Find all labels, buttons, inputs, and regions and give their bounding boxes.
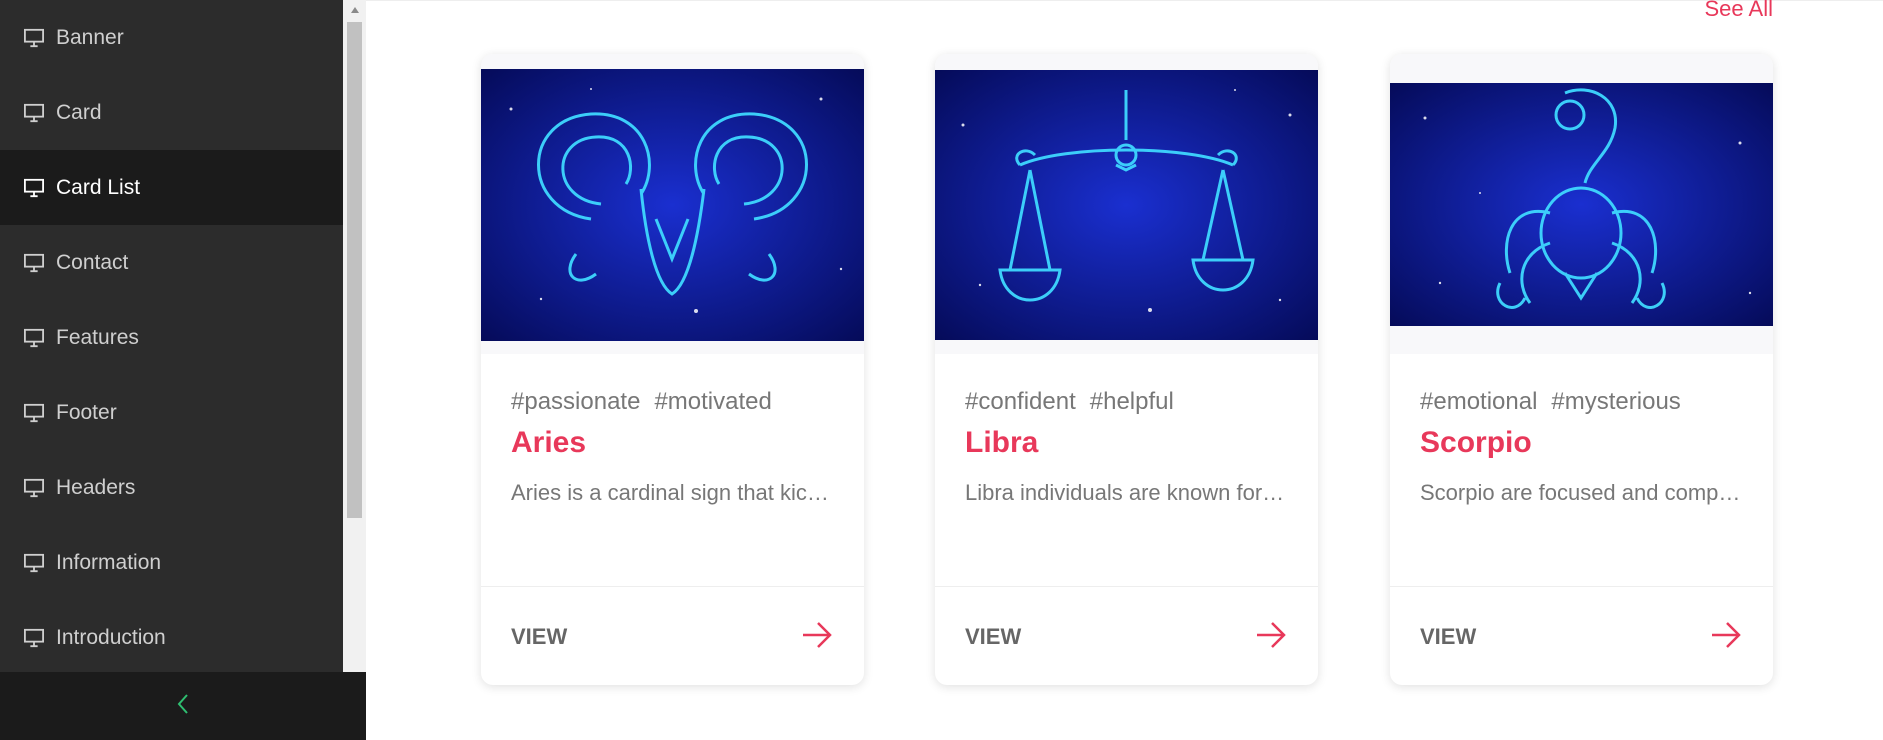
main-content: See All #passionate #motivated Aries Ari… (366, 0, 1883, 740)
monitor-icon (22, 552, 46, 574)
card-media (935, 54, 1318, 354)
divider (366, 0, 1883, 1)
libra-scales-image (935, 70, 1318, 340)
tag[interactable]: #mysterious (1551, 388, 1680, 415)
card-description: Aries is a cardinal sign that kicks off … (511, 480, 836, 505)
view-button[interactable]: VIEW (965, 624, 1021, 650)
scorpio-scorpion-image (1390, 83, 1773, 326)
card-scorpio: #emotional #mysterious Scorpio Scorpio ar… (1390, 54, 1773, 685)
divider (481, 586, 864, 587)
tag[interactable]: #motivated (654, 388, 771, 415)
arrow-right-icon[interactable] (800, 618, 834, 652)
sidebar-item-headers[interactable]: Headers (0, 450, 343, 525)
sidebar-item-label: Features (56, 325, 139, 349)
monitor-icon (22, 627, 46, 649)
view-button[interactable]: VIEW (1420, 624, 1476, 650)
card-description: Libra individuals are known for their ba… (965, 480, 1290, 505)
divider (1390, 586, 1773, 587)
card-title[interactable]: Scorpio (1420, 426, 1532, 460)
sidebar-item-label: Introduction (56, 625, 166, 649)
scroll-up-arrow-icon[interactable] (343, 0, 366, 20)
sidebar-collapse-button[interactable] (0, 672, 366, 740)
divider (935, 586, 1318, 587)
card-tags: #emotional #mysterious (1420, 388, 1695, 416)
monitor-icon (22, 102, 46, 124)
card-title[interactable]: Aries (511, 426, 586, 460)
sidebar-item-label: Footer (56, 400, 117, 424)
sidebar-item-label: Headers (56, 475, 136, 499)
card-media (481, 54, 864, 354)
tag[interactable]: #passionate (511, 388, 640, 415)
sidebar-scrollbar[interactable] (343, 0, 366, 672)
scrollbar-thumb[interactable] (347, 22, 362, 518)
card-description: Scorpio are focused and compelling (1420, 480, 1745, 505)
view-button[interactable]: VIEW (511, 624, 567, 650)
card-libra: #confident #helpful Libra Libra individua… (935, 54, 1318, 685)
card-title[interactable]: Libra (965, 426, 1038, 460)
sidebar-item-label: Card List (56, 175, 141, 199)
sidebar-item-features[interactable]: Features (0, 300, 343, 375)
sidebar: Banner Card Card List Contact Features F… (0, 0, 366, 740)
card-media (1390, 54, 1773, 354)
monitor-icon (22, 477, 46, 499)
arrow-right-icon[interactable] (1254, 618, 1288, 652)
monitor-icon (22, 402, 46, 424)
sidebar-item-banner[interactable]: Banner (0, 0, 343, 75)
sidebar-item-card[interactable]: Card (0, 75, 343, 150)
monitor-icon (22, 252, 46, 274)
see-all-link[interactable]: See All (1705, 0, 1774, 22)
tag[interactable]: #emotional (1420, 388, 1537, 415)
sidebar-item-label: Banner (56, 25, 124, 49)
card-tags: #confident #helpful (965, 388, 1188, 416)
sidebar-item-information[interactable]: Information (0, 525, 343, 600)
tag[interactable]: #helpful (1090, 388, 1174, 415)
card-tags: #passionate #motivated (511, 388, 786, 416)
sidebar-item-footer[interactable]: Footer (0, 375, 343, 450)
card-aries: #passionate #motivated Aries Aries is a c… (481, 54, 864, 685)
monitor-icon (22, 177, 46, 199)
sidebar-nav: Banner Card Card List Contact Features F… (0, 0, 343, 672)
sidebar-item-label: Card (56, 100, 102, 124)
sidebar-item-contact[interactable]: Contact (0, 225, 343, 300)
monitor-icon (22, 27, 46, 49)
sidebar-item-introduction[interactable]: Introduction (0, 600, 343, 672)
tag[interactable]: #confident (965, 388, 1076, 415)
sidebar-item-label: Contact (56, 250, 129, 274)
aries-ram-image (481, 69, 864, 341)
arrow-right-icon[interactable] (1709, 618, 1743, 652)
monitor-icon (22, 327, 46, 349)
chevron-left-icon (174, 692, 192, 721)
sidebar-item-label: Information (56, 550, 162, 574)
sidebar-item-card-list[interactable]: Card List (0, 150, 343, 225)
